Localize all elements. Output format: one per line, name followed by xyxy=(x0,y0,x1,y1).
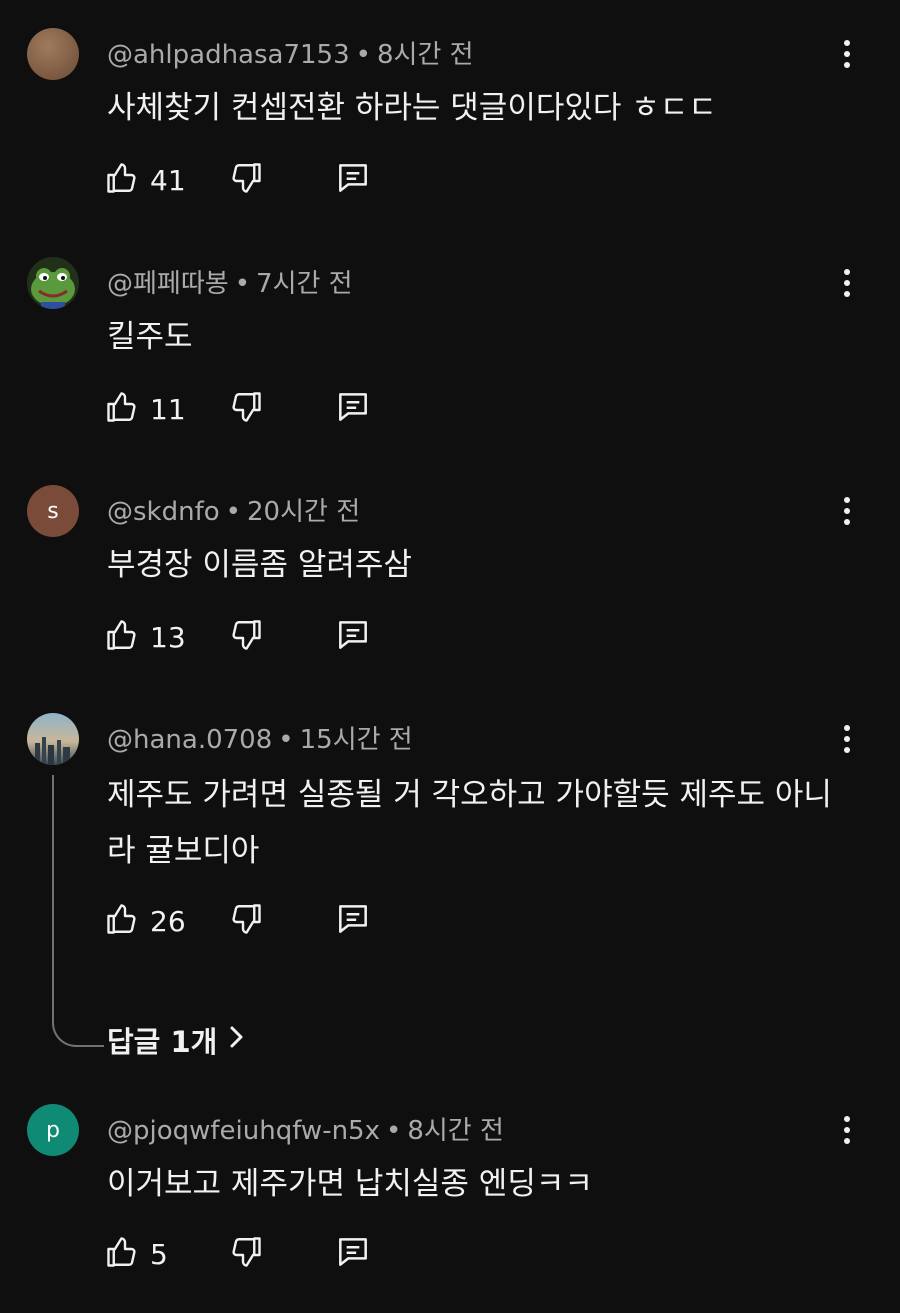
comment-meta: @페페따봉 • 7시간 전 xyxy=(107,263,353,300)
reply-button[interactable] xyxy=(334,617,372,657)
thumbs-down-icon xyxy=(228,901,264,941)
avatar-letter: s xyxy=(47,498,59,524)
thumbs-down-icon xyxy=(228,389,264,429)
replies-count: 답글 1개 xyxy=(107,1025,218,1059)
more-vert-icon[interactable] xyxy=(832,1110,862,1150)
comment-meta: @ahlpadhasa7153 • 8시간 전 xyxy=(107,34,474,71)
dislike-button[interactable] xyxy=(228,1234,264,1274)
avatar[interactable]: p xyxy=(27,1104,79,1156)
dislike-button[interactable] xyxy=(228,160,264,200)
reply-button[interactable] xyxy=(334,1234,372,1274)
like-button[interactable]: 41 xyxy=(104,160,186,200)
comment-time: 7시간 전 xyxy=(256,269,353,299)
reply-button[interactable] xyxy=(334,160,372,200)
like-count: 41 xyxy=(150,163,186,197)
dislike-button[interactable] xyxy=(228,389,264,429)
comment-meta: @hana.0708 • 15시간 전 xyxy=(107,719,413,756)
comment-time: 15시간 전 xyxy=(299,725,413,755)
author-name[interactable]: @pjoqwfeiuhqfw-n5x xyxy=(107,1116,380,1146)
comment-icon xyxy=(334,388,372,430)
like-count: 11 xyxy=(150,392,186,426)
more-vert-icon[interactable] xyxy=(832,263,862,303)
thumbs-up-icon xyxy=(104,617,140,657)
thumbs-up-icon xyxy=(104,160,140,200)
avatar[interactable] xyxy=(27,28,79,80)
thumbs-up-icon xyxy=(104,1234,140,1274)
like-count: 13 xyxy=(150,620,186,654)
like-button[interactable]: 5 xyxy=(104,1234,168,1274)
comment-text: 사체찾기 컨셉전환 하라는 댓글이다있다 ㅎㄷㄷ xyxy=(107,90,717,126)
comment-text: 제주도 가려면 실종될 거 각오하고 가야할듯 제주도 아니라 귤보디아 xyxy=(107,777,832,869)
comment-meta: @skdnfo • 20시간 전 xyxy=(107,491,360,528)
comment-actions: 11 xyxy=(104,389,404,429)
like-button[interactable]: 11 xyxy=(104,389,186,429)
dislike-button[interactable] xyxy=(228,901,264,941)
comment-time: 8시간 전 xyxy=(407,1116,504,1146)
avatar-letter: p xyxy=(46,1117,60,1143)
author-name[interactable]: @페페따봉 xyxy=(107,269,229,299)
comment-actions: 26 xyxy=(104,901,404,941)
comment-actions: 41 xyxy=(104,160,404,200)
like-button[interactable]: 13 xyxy=(104,617,186,657)
chevron-right-icon xyxy=(225,1023,247,1057)
comment-meta: @pjoqwfeiuhqfw-n5x • 8시간 전 xyxy=(107,1110,504,1147)
reply-thread-line xyxy=(52,775,104,1047)
comment-text: 이거보고 제주가면 납치실종 엔딩ㅋㅋ xyxy=(107,1166,593,1202)
comment-time: 8시간 전 xyxy=(376,40,474,70)
reply-button[interactable] xyxy=(334,901,372,941)
comment-text: 부경장 이름좀 알려주삼 xyxy=(107,547,412,583)
meta-separator: • xyxy=(234,269,251,299)
avatar[interactable] xyxy=(27,713,79,765)
more-vert-icon[interactable] xyxy=(832,491,862,531)
meta-separator: • xyxy=(386,1116,402,1146)
like-count: 5 xyxy=(150,1237,168,1271)
comment-actions: 5 xyxy=(104,1234,404,1274)
comment-time: 20시간 전 xyxy=(247,497,361,527)
author-name[interactable]: @ahlpadhasa7153 xyxy=(107,40,350,70)
city-skyline-avatar-image xyxy=(35,737,70,765)
more-vert-icon[interactable] xyxy=(832,34,862,74)
comment-icon xyxy=(334,900,372,942)
comment-icon xyxy=(334,616,372,658)
meta-separator: • xyxy=(278,725,294,755)
thumbs-down-icon xyxy=(228,617,264,657)
comment-text: 킬주도 xyxy=(107,319,193,355)
meta-separator: • xyxy=(225,497,241,527)
view-replies-button[interactable]: 답글 1개 xyxy=(107,1019,247,1061)
thumbs-down-icon xyxy=(228,160,264,200)
dislike-button[interactable] xyxy=(228,617,264,657)
thumbs-down-icon xyxy=(228,1234,264,1274)
more-vert-icon[interactable] xyxy=(832,719,862,759)
thumbs-up-icon xyxy=(104,901,140,941)
avatar[interactable] xyxy=(27,257,79,309)
frog-avatar-image xyxy=(27,257,79,309)
like-count: 26 xyxy=(150,904,186,938)
comment-icon xyxy=(334,1233,372,1275)
comment-icon xyxy=(334,159,372,201)
author-name[interactable]: @skdnfo xyxy=(107,497,220,527)
reply-button[interactable] xyxy=(334,389,372,429)
author-name[interactable]: @hana.0708 xyxy=(107,725,272,755)
like-button[interactable]: 26 xyxy=(104,901,186,941)
avatar[interactable]: s xyxy=(27,485,79,537)
meta-separator: • xyxy=(355,40,371,70)
thumbs-up-icon xyxy=(104,389,140,429)
comment-actions: 13 xyxy=(104,617,404,657)
